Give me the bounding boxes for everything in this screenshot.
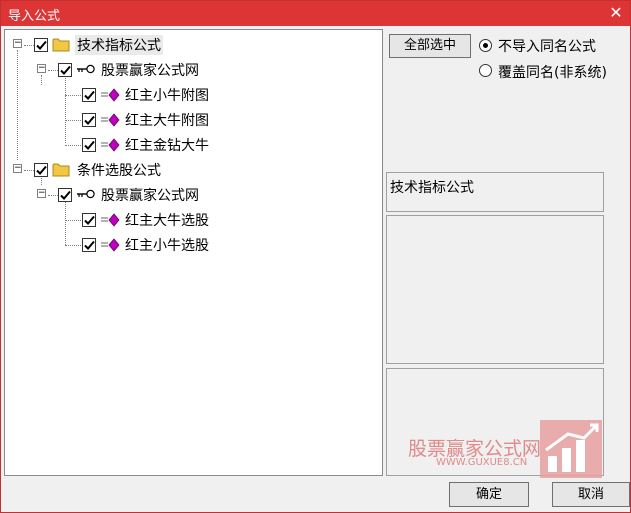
collapse-icon[interactable]: − [37,64,46,73]
tree-node-label: 红主小牛选股 [125,238,209,254]
radio-selected-dot [483,43,488,48]
tree-node-label: 股票赢家公式网 [101,188,199,204]
radio-no-import-label[interactable]: 不导入同名公式 [498,36,596,56]
tree-node-label: 红主大牛选股 [125,213,209,229]
radio-overwrite[interactable] [479,64,492,77]
node-checkbox[interactable] [82,113,96,127]
formula-name-box: 技术指标公式 [386,172,604,212]
cancel-button[interactable]: 取消 [552,482,630,507]
node-checkbox[interactable] [58,63,72,77]
formula-icon [101,88,120,102]
radio-overwrite-label[interactable]: 覆盖同名(非系统) [498,62,607,82]
tree-node-label: 股票赢家公式网 [101,63,199,79]
formula-info-box [386,215,604,364]
tree-line [65,220,83,221]
tree-line [65,120,83,121]
tree-line [65,245,83,246]
node-checkbox[interactable] [82,88,96,102]
import-formula-dialog: 导入公式 ✕ − 技术指标公式 − 股票赢家公式网 红主小牛附图 红主大牛附图 … [0,0,631,513]
radio-no-import[interactable] [479,39,492,52]
collapse-icon[interactable]: − [13,39,22,48]
tree-line [65,200,66,245]
formula-icon [101,113,120,127]
watermark: 股票赢家公式网 WWW.GUXUE8.CN [406,419,602,481]
tree-node-label: 红主小牛附图 [125,88,209,104]
title-bar: 导入公式 ✕ [1,1,630,26]
node-checkbox[interactable] [34,163,48,177]
watermark-logo-icon [540,420,602,478]
tree-node-label: 技术指标公式 [75,35,163,55]
node-checkbox[interactable] [34,38,48,52]
key-icon [77,189,95,199]
formula-description: 技术指标公式 [390,180,474,196]
collapse-icon[interactable]: − [37,189,46,198]
tree-line [65,95,83,96]
formula-icon [101,138,120,152]
window-title: 导入公式 [8,9,61,24]
node-checkbox[interactable] [82,138,96,152]
formula-icon [101,238,120,252]
tree-node-label: 红主大牛附图 [125,113,209,129]
select-all-button[interactable]: 全部选中 [389,34,471,58]
node-checkbox[interactable] [82,213,96,227]
tree-node-label: 条件选股公式 [77,163,161,179]
folder-icon [52,38,70,52]
node-checkbox[interactable] [58,188,72,202]
watermark-url: WWW.GUXUE8.CN [436,457,528,468]
tree-line [41,75,42,85]
close-icon[interactable]: ✕ [606,3,626,23]
tree-line [17,50,18,160]
folder-icon [52,163,70,177]
tree-node-label: 红主金钻大牛 [125,138,209,154]
formula-icon [101,213,120,227]
tree-line [65,145,83,146]
collapse-icon[interactable]: − [13,164,22,173]
tree-line [65,78,66,143]
ok-button[interactable]: 确定 [449,482,529,507]
key-icon [77,64,95,74]
node-checkbox[interactable] [82,238,96,252]
formula-tree[interactable]: − 技术指标公式 − 股票赢家公式网 红主小牛附图 红主大牛附图 红主金钻大牛 … [4,29,383,476]
